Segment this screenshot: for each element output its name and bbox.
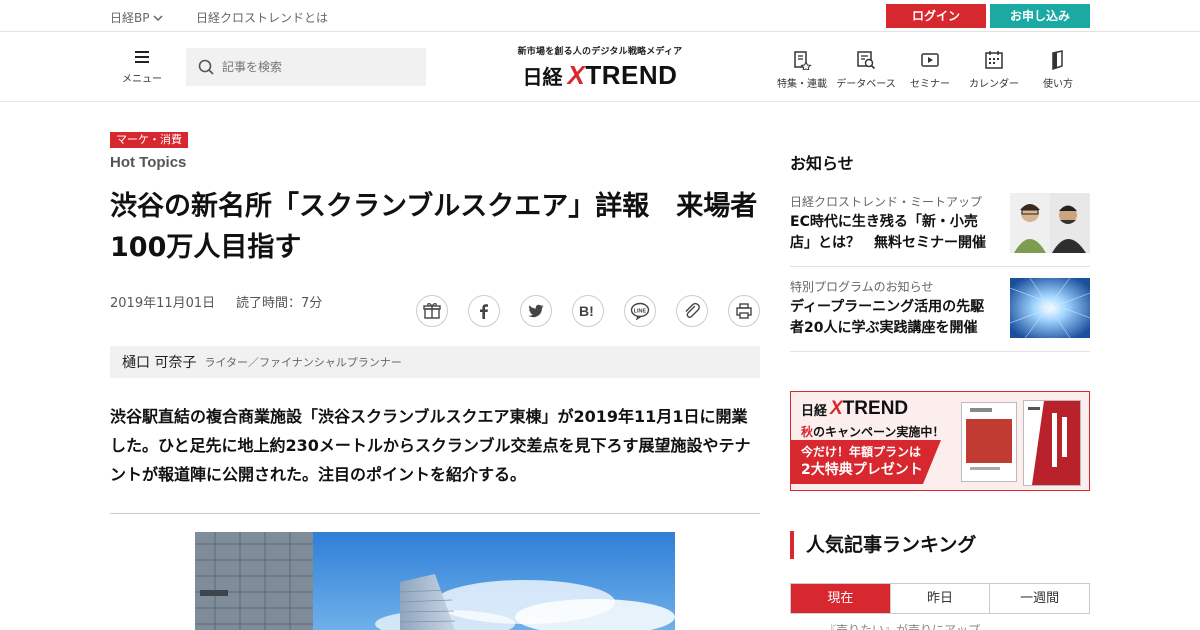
print-button[interactable] (728, 295, 760, 327)
tab-now[interactable]: 現在 (791, 584, 891, 613)
notice-title: お知らせ (790, 154, 854, 173)
line-icon: LINE (630, 302, 650, 320)
publish-date: 2019年11月01日 (110, 296, 216, 311)
calendar-icon (985, 51, 1003, 69)
hatena-icon: B! (579, 303, 594, 319)
book-image (1023, 400, 1081, 486)
hatena-share-button[interactable]: B! (572, 295, 604, 327)
banner-logo: 日経 XTREND (801, 398, 909, 419)
svg-text:B!: B! (579, 303, 594, 319)
article-lead: 渋谷駅直結の複合商業施設「渋谷スクランブルスクエア東棟」が2019年11月1日に… (110, 407, 751, 484)
site-header: メニュー 新市場を創る人のデジタル戦略メディア 日経 XTREND 特集・連載 … (0, 32, 1200, 102)
nav-label: 使い方 (1043, 79, 1073, 90)
notice-headline[interactable]: EC時代に生き残る「新・小売店」とは？ 無料セミナー開催 (790, 212, 998, 254)
gift-share-button[interactable] (416, 295, 448, 327)
signup-button[interactable]: お申し込み (990, 4, 1090, 28)
nav-seminar[interactable]: セミナー (906, 50, 954, 91)
guide-icon (1052, 50, 1063, 70)
program-thumbnail[interactable] (1010, 278, 1090, 338)
copy-link-button[interactable] (676, 295, 708, 327)
search-input[interactable] (222, 60, 412, 74)
nikkei-bp-label: 日経BP (110, 11, 150, 25)
menu-button[interactable]: メニュー (120, 50, 164, 86)
search-icon (198, 59, 214, 75)
divider (110, 513, 760, 514)
twitter-icon (528, 304, 544, 318)
category-badge[interactable]: マーケ・消費 (110, 132, 188, 148)
ranking-first-item[interactable]: 『売りたい』が売りにアップ (824, 624, 1024, 630)
article-photo (195, 532, 675, 630)
campaign-banner[interactable]: 日経 XTREND 秋のキャンペーン実施中！ 今だけ！年額プランは 2大特典プレ… (790, 391, 1090, 491)
logo-wordmark: 日経 XTREND (508, 60, 692, 91)
section-label: Hot Topics (110, 154, 187, 171)
site-logo[interactable]: 新市場を創る人のデジタル戦略メディア 日経 XTREND (508, 44, 692, 91)
search-box[interactable] (186, 48, 426, 86)
link-icon (685, 302, 700, 318)
tab-yesterday[interactable]: 昨日 (891, 584, 991, 613)
article-title: 渋谷の新名所「スクランブルスクエア」詳報 来場者100万人目指す (110, 191, 758, 263)
line-share-button[interactable]: LINE (624, 295, 656, 327)
author-box: 樋口 可奈子 ライター／ファイナンシャルプランナー (110, 346, 760, 378)
book-image (961, 402, 1017, 482)
ranking-tabs: 現在 昨日 一週間 (790, 583, 1090, 614)
database-icon (857, 51, 876, 70)
nav-guide[interactable]: 使い方 (1038, 50, 1078, 91)
read-time: 読了時間：7分 (236, 296, 323, 311)
top-utility-bar: 日経BP 日経クロストレンドとは ログイン お申し込み (0, 0, 1200, 32)
nikkei-bp-menu[interactable]: 日経BP (110, 9, 164, 26)
nav-database[interactable]: データベース (835, 50, 897, 91)
nav-label: データベース (836, 79, 896, 90)
svg-text:LINE: LINE (634, 308, 647, 314)
chevron-down-icon (153, 14, 164, 21)
login-button[interactable]: ログイン (886, 4, 986, 28)
nav-feature[interactable]: 特集・連載 (776, 50, 828, 91)
author-name[interactable]: 樋口 可奈子 (122, 352, 196, 372)
author-role: ライター／ファイナンシャルプランナー (204, 356, 402, 369)
notice-item[interactable]: 特別プログラムのお知らせ ディープラーニング活用の先駆者20人に学ぶ実践講座を開… (790, 278, 1090, 353)
tagline: 新市場を創る人のデジタル戦略メディア (517, 47, 683, 57)
nav-label: カレンダー (969, 79, 1019, 90)
nav-label: セミナー (910, 79, 950, 90)
ranking-title: 人気記事ランキング (790, 531, 976, 559)
logo-xtrend: XTREND (567, 60, 678, 90)
about-link[interactable]: 日経クロストレンドとは (196, 9, 328, 26)
facebook-share-button[interactable] (468, 295, 500, 327)
feature-icon (794, 51, 812, 70)
hamburger-icon (135, 51, 149, 63)
tab-week[interactable]: 一週間 (990, 584, 1089, 613)
twitter-share-button[interactable] (520, 295, 552, 327)
campaign-text: 秋のキャンペーン実施中！ (801, 425, 945, 439)
nav-calendar[interactable]: カレンダー (966, 50, 1022, 91)
facebook-icon (480, 304, 488, 319)
promo-ribbon: 今だけ！年額プランは 2大特典プレゼント (791, 440, 941, 484)
notice-headline[interactable]: ディープラーニング活用の先駆者20人に学ぶ実践講座を開催 (790, 297, 998, 339)
menu-label: メニュー (122, 74, 162, 85)
nav-label: 特集・連載 (777, 79, 827, 90)
divider (790, 351, 1090, 352)
seminar-icon (921, 53, 939, 67)
divider (790, 266, 1090, 267)
notice-item[interactable]: 日経クロストレンド・ミートアップ EC時代に生き残る「新・小売店」とは？ 無料セ… (790, 193, 1090, 268)
gift-icon (423, 303, 441, 319)
seminar-thumbnail[interactable] (1010, 193, 1090, 253)
logo-nikkei: 日経 (522, 65, 563, 89)
print-icon (736, 303, 752, 319)
